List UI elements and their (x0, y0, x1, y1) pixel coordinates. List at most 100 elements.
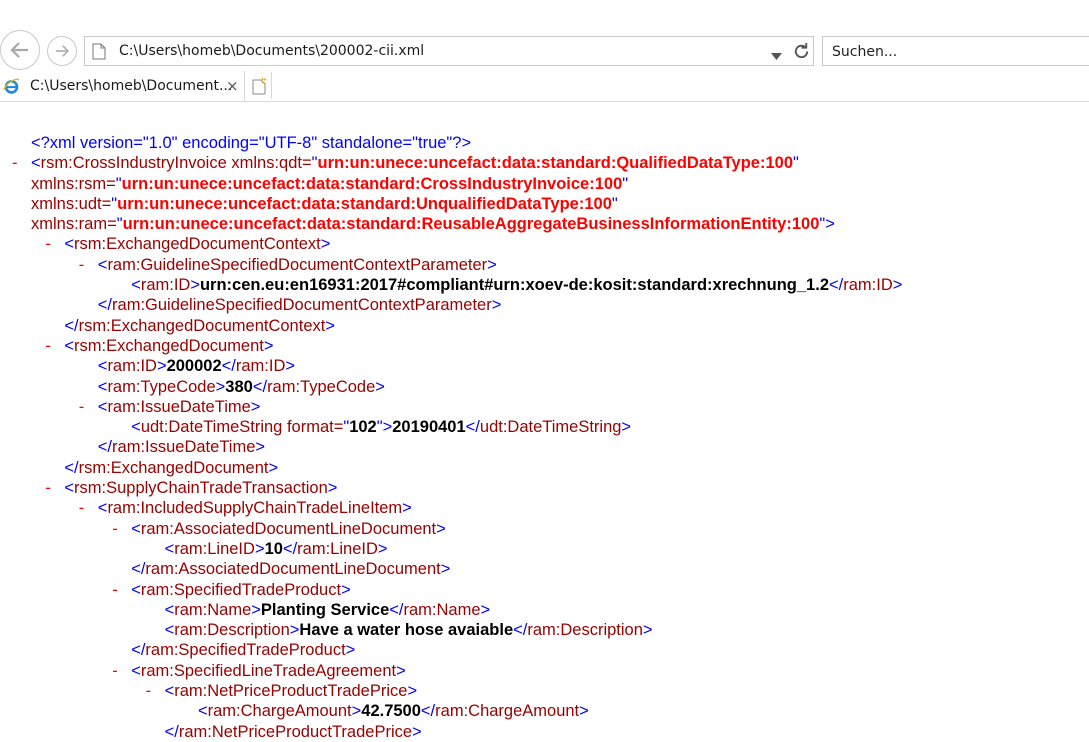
collapse-toggle[interactable]: - (146, 681, 152, 701)
collapse-toggle[interactable]: - (79, 255, 85, 275)
xml-token-b: < (97, 397, 108, 416)
xml-line: <ram:Name>Planting Service</ram:Name> (0, 600, 1089, 620)
tab-title: C:\Users\homeb\Document... (30, 78, 233, 94)
xml-token-b: </ (97, 438, 113, 457)
xml-token-b: < (164, 621, 175, 640)
xml-token-t: ram:NetPriceProductTradePrice (178, 722, 413, 741)
xml-line-content: <ram:TypeCode>380</ram:TypeCode> (98, 377, 385, 397)
xml-token-t: rsm:ExchangedDocumentContext (78, 316, 326, 335)
collapse-toggle[interactable]: - (45, 336, 51, 356)
xml-line-content: <?xml version="1.0" encoding="UTF-8" sta… (31, 133, 471, 153)
xml-line-content: xmlns:udt= "urn:un:unece:uncefact:data:st… (31, 194, 618, 214)
xml-token-t: ram:Description (527, 621, 643, 640)
xml-line-content: <ram:ID>200002</ram:ID> (98, 356, 295, 376)
collapse-toggle[interactable]: - (112, 661, 118, 681)
tab-active[interactable]: C:\Users\homeb\Document... × (0, 71, 245, 101)
xml-line-content: <ram:NetPriceProductTradePrice> (165, 681, 418, 701)
xml-token-t: rsm:SupplyChainTradeTransaction (74, 479, 328, 498)
xml-token-b: > (254, 539, 265, 558)
xml-document-view: <?xml version="1.0" encoding="UTF-8" sta… (0, 133, 1089, 742)
xml-token-pi: <?xml version="1.0" encoding="UTF-8" sta… (31, 134, 472, 152)
search-box[interactable] (822, 36, 1089, 67)
xml-token-b: </ (829, 276, 844, 295)
xml-token-tx: 200002 (166, 357, 222, 376)
collapse-toggle[interactable]: - (79, 397, 85, 417)
collapse-toggle[interactable]: - (45, 478, 51, 498)
xml-line: <ram:TypeCode>380</ram:TypeCode> (0, 377, 1089, 397)
xml-token-b: > (412, 722, 422, 741)
xml-token-t: ram:IssueDateTime (112, 438, 256, 457)
xml-line: - <rsm:ExchangedDocumentContext> (0, 234, 1089, 254)
collapse-toggle[interactable]: - (112, 580, 118, 600)
back-button[interactable] (0, 30, 40, 70)
xml-token-b: > (341, 580, 351, 599)
xml-token-b: < (64, 336, 75, 355)
xml-line: - <rsm:ExchangedDocument> (0, 336, 1089, 356)
xml-token-tx: 102 (349, 418, 377, 437)
xml-line: xmlns:udt= "urn:un:unece:uncefact:data:st… (0, 194, 1089, 214)
xml-line: - <ram:IssueDateTime> (0, 397, 1089, 417)
xml-line: </ram:AssociatedDocumentLineDocument> (0, 559, 1089, 579)
xml-token-b: < (131, 418, 141, 437)
xml-token-b: > (345, 641, 356, 660)
xml-line-content: <ram:Description>Have a water hose avaia… (165, 620, 653, 640)
xml-token-b: </ (131, 560, 146, 579)
xml-token-b: </ (164, 722, 179, 741)
close-tab-icon[interactable]: × (226, 77, 239, 95)
collapse-toggle[interactable]: - (79, 498, 85, 518)
forward-button[interactable] (47, 36, 77, 66)
xml-line: xmlns:rsm= "urn:un:unece:uncefact:data:st… (0, 174, 1089, 194)
xml-token-b: > (480, 600, 491, 619)
xml-token-t: ram:NetPriceProductTradePrice (174, 682, 408, 701)
xml-line: <udt:DateTimeString format="102">2019040… (0, 417, 1089, 437)
xml-token-av: urn:un:unece:uncefact:data:standard:Qual… (317, 154, 794, 173)
xml-token-b: > (491, 296, 502, 315)
xml-line-content: <ram:SpecifiedLineTradeAgreement> (131, 661, 406, 681)
xml-token-b: > (892, 276, 903, 295)
xml-token-t: ram:Name (174, 600, 252, 619)
xml-line-content: <ram:Name>Planting Service</ram:Name> (165, 600, 491, 620)
xml-token-tx: 20190401 (392, 418, 466, 437)
xml-line: </ram:IssueDateTime> (0, 437, 1089, 457)
xml-token-t: rsm:ExchangedDocumentContext (74, 235, 321, 254)
xml-token-b: "> (376, 418, 393, 437)
xml-token-t: ram:TypeCode (267, 377, 376, 396)
xml-line-content: </ram:AssociatedDocumentLineDocument> (131, 559, 450, 579)
xml-line: - <ram:SpecifiedTradeProduct> (0, 580, 1089, 600)
xml-token-b: < (131, 519, 141, 538)
internet-explorer-icon (3, 78, 20, 99)
xml-line-content: </ram:NetPriceProductTradePrice> (165, 722, 422, 742)
xml-token-b: < (131, 580, 141, 599)
xml-token-t: ram:GuidelineSpecifiedDocumentContextPar… (112, 296, 492, 315)
xml-token-tx: 380 (225, 377, 253, 396)
collapse-toggle[interactable]: - (45, 234, 51, 254)
collapse-toggle[interactable]: - (112, 519, 118, 539)
xml-token-b: > (396, 661, 406, 680)
xml-token-b: > (327, 479, 338, 498)
xml-token-b: > (320, 235, 331, 254)
xml-token-t: rsm:CrossIndustryInvoice (40, 154, 227, 173)
xml-token-tx: urn:cen.eu:en16931:2017#compliant#urn:xo… (199, 276, 829, 295)
browser-toolbar: C:\Users\homeb\Documents\200002-cii.xml (0, 0, 1089, 72)
xml-token-b: > (375, 377, 385, 396)
refresh-icon[interactable] (792, 42, 811, 65)
xml-token-b: > (156, 357, 167, 376)
new-tab-button[interactable] (246, 72, 272, 99)
dropdown-arrow-icon[interactable] (771, 46, 782, 65)
search-input[interactable] (823, 37, 1089, 67)
xml-token-t: ram:SpecifiedLineTradeAgreement (140, 661, 397, 680)
xml-line-content: <rsm:SupplyChainTradeTransaction> (64, 478, 337, 498)
new-tab-icon (252, 77, 266, 94)
address-bar[interactable]: C:\Users\homeb\Documents\200002-cii.xml (84, 36, 814, 66)
xml-token-b: < (97, 377, 108, 396)
xml-token-b: > (251, 600, 261, 619)
xml-token-t: ram:ID (843, 276, 893, 295)
collapse-toggle[interactable]: - (12, 153, 18, 173)
xml-token-t: udt:DateTimeString (140, 418, 283, 437)
xml-line-content: </ram:IssueDateTime> (98, 437, 265, 457)
xml-token-b: " (622, 174, 629, 193)
address-text[interactable]: C:\Users\homeb\Documents\200002-cii.xml (119, 43, 424, 59)
xml-token-b: < (164, 682, 175, 701)
xml-line: - <ram:NetPriceProductTradePrice> (0, 681, 1089, 701)
xml-token-b: </ (513, 621, 528, 640)
